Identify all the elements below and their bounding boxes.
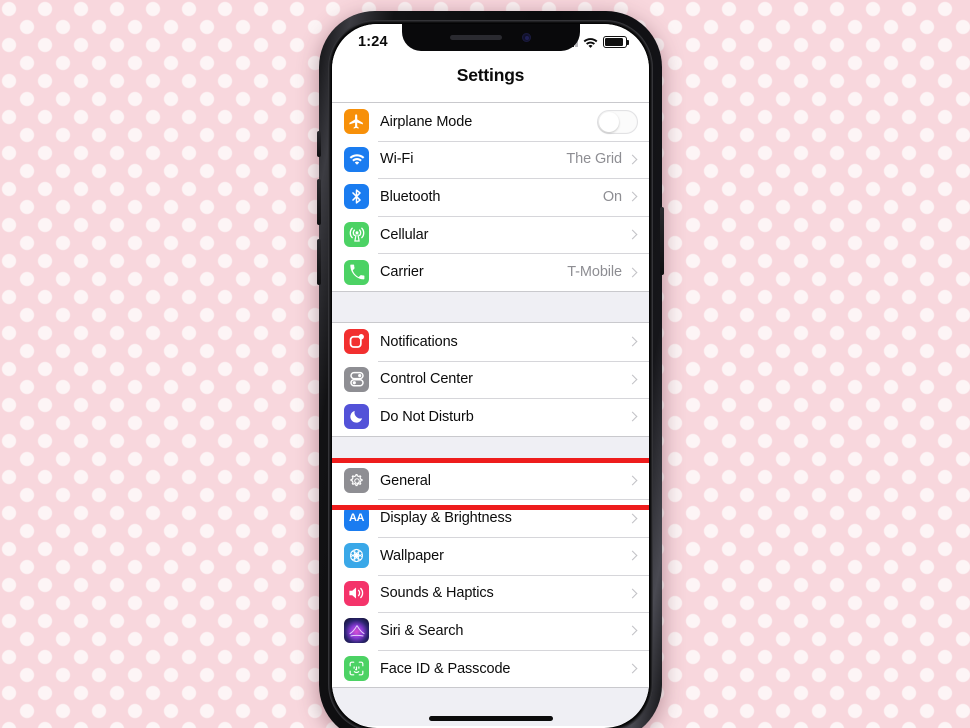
notifications-icon xyxy=(344,329,369,355)
chevron-right-icon xyxy=(627,267,638,278)
settings-row-label: Control Center xyxy=(380,371,473,388)
settings-row-label: Display & Brightness xyxy=(380,510,512,527)
phone-device-frame: 1:24 Settings Airplane Mode Wi-Fi The Gr… xyxy=(317,11,664,728)
settings-row-control-center[interactable]: Control Center xyxy=(332,360,649,399)
bluetooth-icon xyxy=(344,184,369,210)
settings-list[interactable]: Airplane Mode Wi-Fi The Grid Bluetooth O… xyxy=(332,102,649,726)
sounds-haptics-icon xyxy=(344,580,369,606)
settings-row-siri-search[interactable]: Siri & Search xyxy=(332,612,649,650)
settings-group-connectivity: Airplane Mode Wi-Fi The Grid Bluetooth O… xyxy=(332,102,649,292)
settings-row-wallpaper[interactable]: Wallpaper xyxy=(332,536,649,575)
settings-row-label: Face ID & Passcode xyxy=(380,660,511,677)
airplane-icon xyxy=(344,109,369,135)
settings-row-carrier[interactable]: Carrier T-Mobile xyxy=(332,253,649,291)
gear-icon xyxy=(344,468,369,494)
settings-row-label: Airplane Mode xyxy=(380,113,473,130)
status-bar-time: 1:24 xyxy=(358,33,388,50)
settings-row-label: Wallpaper xyxy=(380,547,444,564)
settings-row-display-brightness[interactable]: AA Display & Brightness xyxy=(332,499,649,537)
settings-row-airplane-mode[interactable]: Airplane Mode xyxy=(332,103,649,141)
volume-up-button[interactable] xyxy=(317,179,321,225)
chevron-right-icon xyxy=(627,154,638,165)
chevron-right-icon xyxy=(627,475,638,486)
settings-row-label: Carrier xyxy=(380,264,424,281)
earpiece-speaker-icon xyxy=(450,35,502,40)
settings-row-label: Bluetooth xyxy=(380,188,441,205)
settings-row-cellular[interactable]: Cellular xyxy=(332,215,649,254)
page-title: Settings xyxy=(456,65,525,85)
airplane-mode-toggle[interactable] xyxy=(597,109,638,134)
wallpaper-icon xyxy=(344,543,369,569)
settings-row-bluetooth[interactable]: Bluetooth On xyxy=(332,178,649,216)
settings-row-do-not-disturb[interactable]: Do Not Disturb xyxy=(332,398,649,436)
battery-icon xyxy=(603,36,630,48)
face-id-icon xyxy=(344,656,369,682)
battery-fill-level xyxy=(605,38,623,46)
settings-row-label: Sounds & Haptics xyxy=(380,585,494,602)
settings-row-value: T-Mobile xyxy=(567,264,622,281)
settings-row-value: On xyxy=(602,188,622,205)
cellular-antenna-icon xyxy=(344,222,369,248)
aa-glyph: AA xyxy=(349,511,364,524)
settings-group-alerts: Notifications Control Center Do Not Dist… xyxy=(332,321,649,437)
power-button[interactable] xyxy=(660,207,664,275)
phone-screen: 1:24 Settings Airplane Mode Wi-Fi The Gr… xyxy=(332,24,649,728)
display-brightness-icon: AA xyxy=(344,505,369,531)
chevron-right-icon xyxy=(627,550,638,561)
settings-row-notifications[interactable]: Notifications xyxy=(332,322,649,361)
front-camera-icon xyxy=(522,33,531,42)
settings-group-system: General AA Display & Brightness Wallpape… xyxy=(332,457,649,689)
volume-down-button[interactable] xyxy=(317,239,321,285)
settings-row-label: General xyxy=(380,472,431,489)
phone-notch xyxy=(401,24,580,51)
wifi-icon xyxy=(583,37,598,48)
chevron-right-icon xyxy=(627,336,638,347)
settings-row-face-id-passcode[interactable]: Face ID & Passcode xyxy=(332,649,649,688)
settings-row-label: Siri & Search xyxy=(380,622,464,639)
chevron-right-icon xyxy=(627,374,638,385)
chevron-right-icon xyxy=(627,588,638,599)
chevron-right-icon xyxy=(627,663,638,674)
wifi-icon xyxy=(344,146,369,172)
settings-row-label: Notifications xyxy=(380,333,458,350)
settings-row-general[interactable]: General xyxy=(332,457,649,510)
chevron-right-icon xyxy=(627,192,638,202)
settings-row-wifi[interactable]: Wi-Fi The Grid xyxy=(332,140,649,179)
chevron-right-icon xyxy=(627,412,638,422)
control-center-icon xyxy=(344,366,369,392)
chevron-right-icon xyxy=(627,513,638,524)
phone-bezel: 1:24 Settings Airplane Mode Wi-Fi The Gr… xyxy=(328,20,653,728)
silent-switch-button[interactable] xyxy=(317,131,321,157)
siri-icon xyxy=(344,618,369,644)
group-separator xyxy=(332,291,649,322)
settings-row-sounds-haptics[interactable]: Sounds & Haptics xyxy=(332,574,649,613)
phone-handset-icon xyxy=(344,259,369,285)
settings-row-label: Wi-Fi xyxy=(380,151,414,168)
settings-row-label: Do Not Disturb xyxy=(380,408,474,425)
moon-icon xyxy=(344,404,369,430)
group-separator xyxy=(332,436,649,461)
navigation-bar: Settings xyxy=(332,57,649,102)
home-indicator[interactable] xyxy=(428,716,553,721)
chevron-right-icon xyxy=(627,229,638,240)
settings-row-label: Cellular xyxy=(380,226,429,243)
settings-row-value: The Grid xyxy=(566,151,622,168)
chevron-right-icon xyxy=(627,625,638,636)
